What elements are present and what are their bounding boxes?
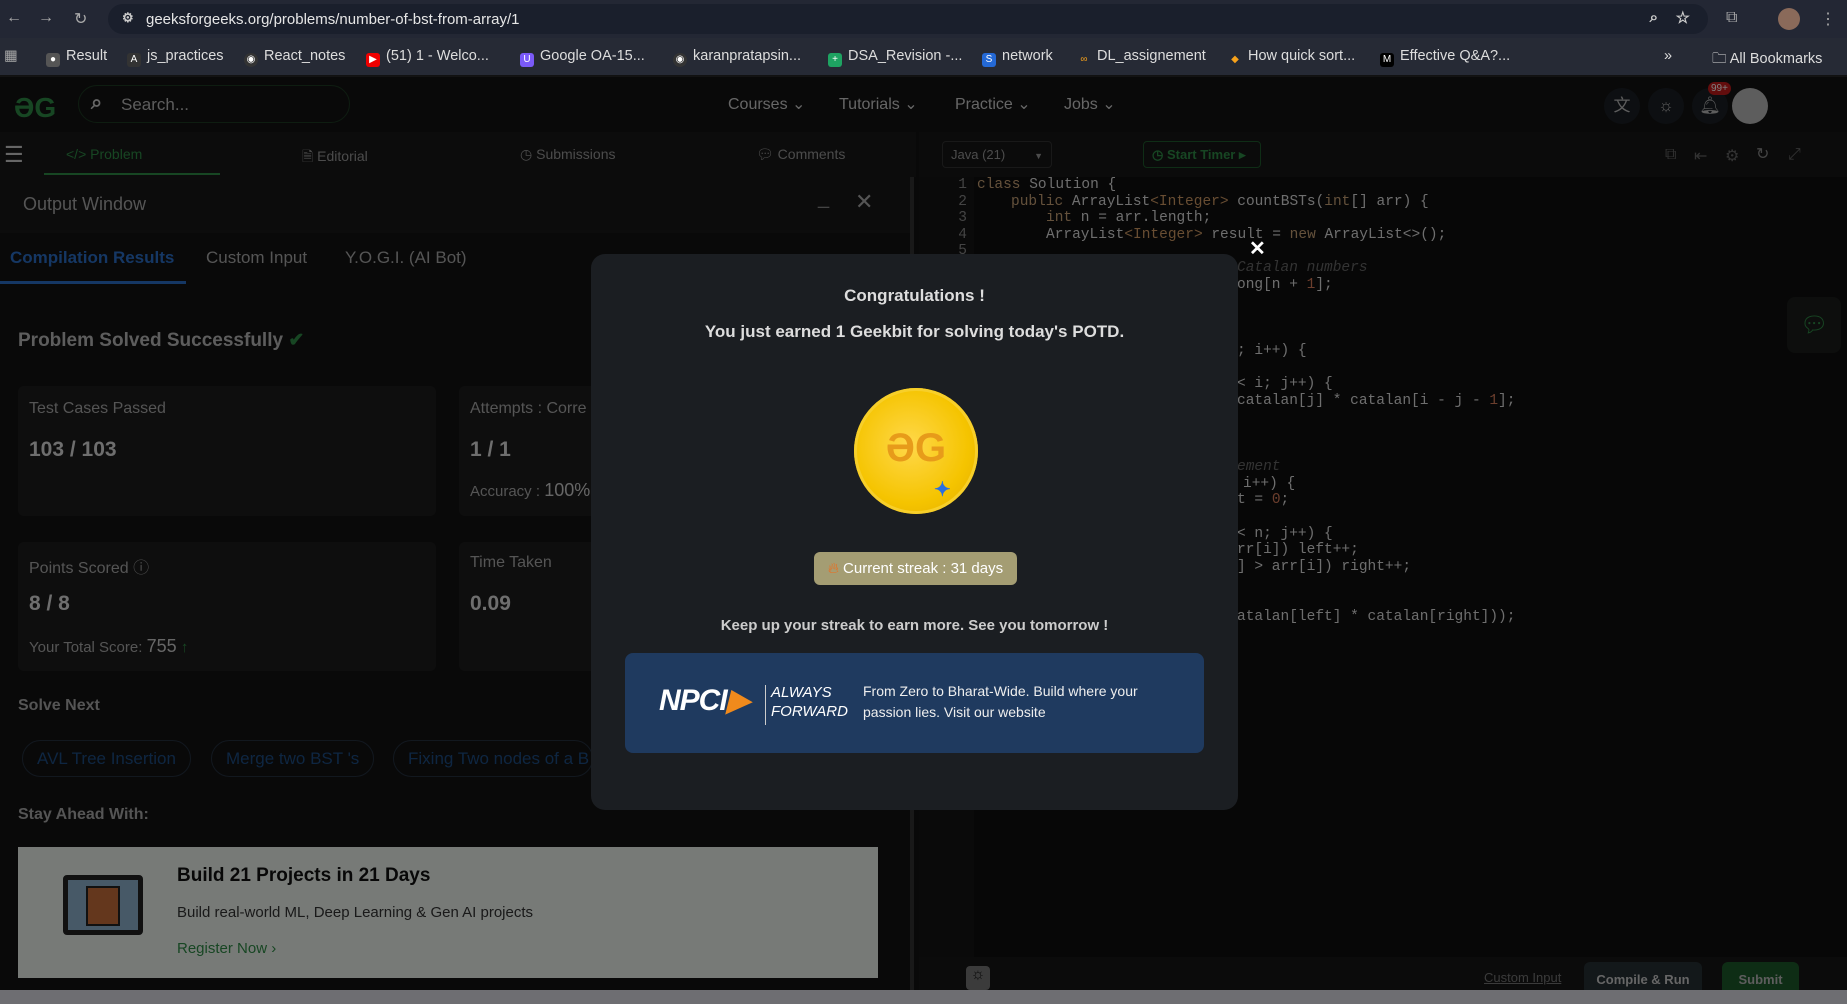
bookmark[interactable]: ◆ How quick sort... (1228, 48, 1355, 67)
apps-icon[interactable]: ▦ (4, 48, 18, 64)
bookmark[interactable]: U Google OA-15... (520, 48, 645, 67)
modal-subtitle: You just earned 1 Geekbit for solving to… (704, 322, 1125, 341)
site-settings-icon[interactable]: ⚙ (122, 10, 134, 26)
browser-tab-bar: ← → ↻ geeksforgeeks.org/problems/number-… (0, 0, 1847, 38)
bookmark-star-icon[interactable]: ☆ (1676, 8, 1690, 28)
fire-icon: 🔥︎ (827, 560, 839, 577)
back-icon[interactable]: ← (6, 9, 22, 27)
horizontal-scrollbar[interactable] (0, 990, 1847, 1004)
forward-icon[interactable]: → (38, 9, 54, 27)
bookmark[interactable]: ∞ DL_assignement (1077, 48, 1205, 67)
bookmark[interactable]: + DSA_Revision -... (828, 48, 962, 67)
more-bookmarks-button[interactable]: » (1664, 48, 1672, 64)
modal-close-button[interactable]: ✕ (1249, 236, 1266, 261)
bookmark[interactable]: M Effective Q&A?... (1380, 48, 1510, 67)
bookmark[interactable]: Ajs_practices (127, 48, 224, 67)
npci-ad-banner[interactable]: NPCI▶ ALWAYS FORWARD From Zero to Bharat-… (625, 653, 1204, 753)
all-bookmarks-button[interactable]: 🗀 All Bookmarks (1712, 48, 1822, 73)
zoom-icon[interactable]: ⌕ (1650, 9, 1658, 26)
bookmark[interactable]: ● Result (46, 48, 107, 67)
npci-logo: NPCI▶ (659, 684, 750, 717)
divider (765, 685, 766, 725)
bookmark[interactable]: ◉ karanpratapsin... (673, 48, 801, 67)
geekbit-coin-icon: ƏG ✦ (854, 388, 978, 514)
potd-congrats-modal: Congratulations ! You just earned 1 Geek… (591, 254, 1238, 810)
bookmark[interactable]: ◉ React_notes (244, 48, 345, 67)
bookmarks-bar: ▦ ● Result Ajs_practices ◉ React_notes ▶ (5… (0, 38, 1847, 76)
profile-avatar[interactable] (1778, 8, 1800, 30)
address-bar[interactable]: geeksforgeeks.org/problems/number-of-bst… (108, 4, 1708, 34)
bookmark[interactable]: Snetwork (982, 48, 1053, 67)
bookmark[interactable]: ▶ (51) 1 - Welco... (366, 48, 489, 67)
modal-title: Congratulations ! (844, 286, 985, 305)
url-text: geeksforgeeks.org/problems/number-of-bst… (146, 11, 520, 28)
npci-tagline: ALWAYS FORWARD (771, 684, 848, 720)
ad-text: From Zero to Bharat-Wide. Build where yo… (863, 683, 1138, 720)
modal-footer-text: Keep up your streak to earn more. See yo… (720, 617, 1109, 634)
menu-icon[interactable]: ⋮ (1820, 9, 1836, 29)
extensions-icon[interactable]: ⧉ (1726, 9, 1737, 27)
reload-icon[interactable]: ↻ (74, 9, 87, 29)
streak-badge: 🔥︎ Current streak : 31 days (814, 552, 1017, 585)
